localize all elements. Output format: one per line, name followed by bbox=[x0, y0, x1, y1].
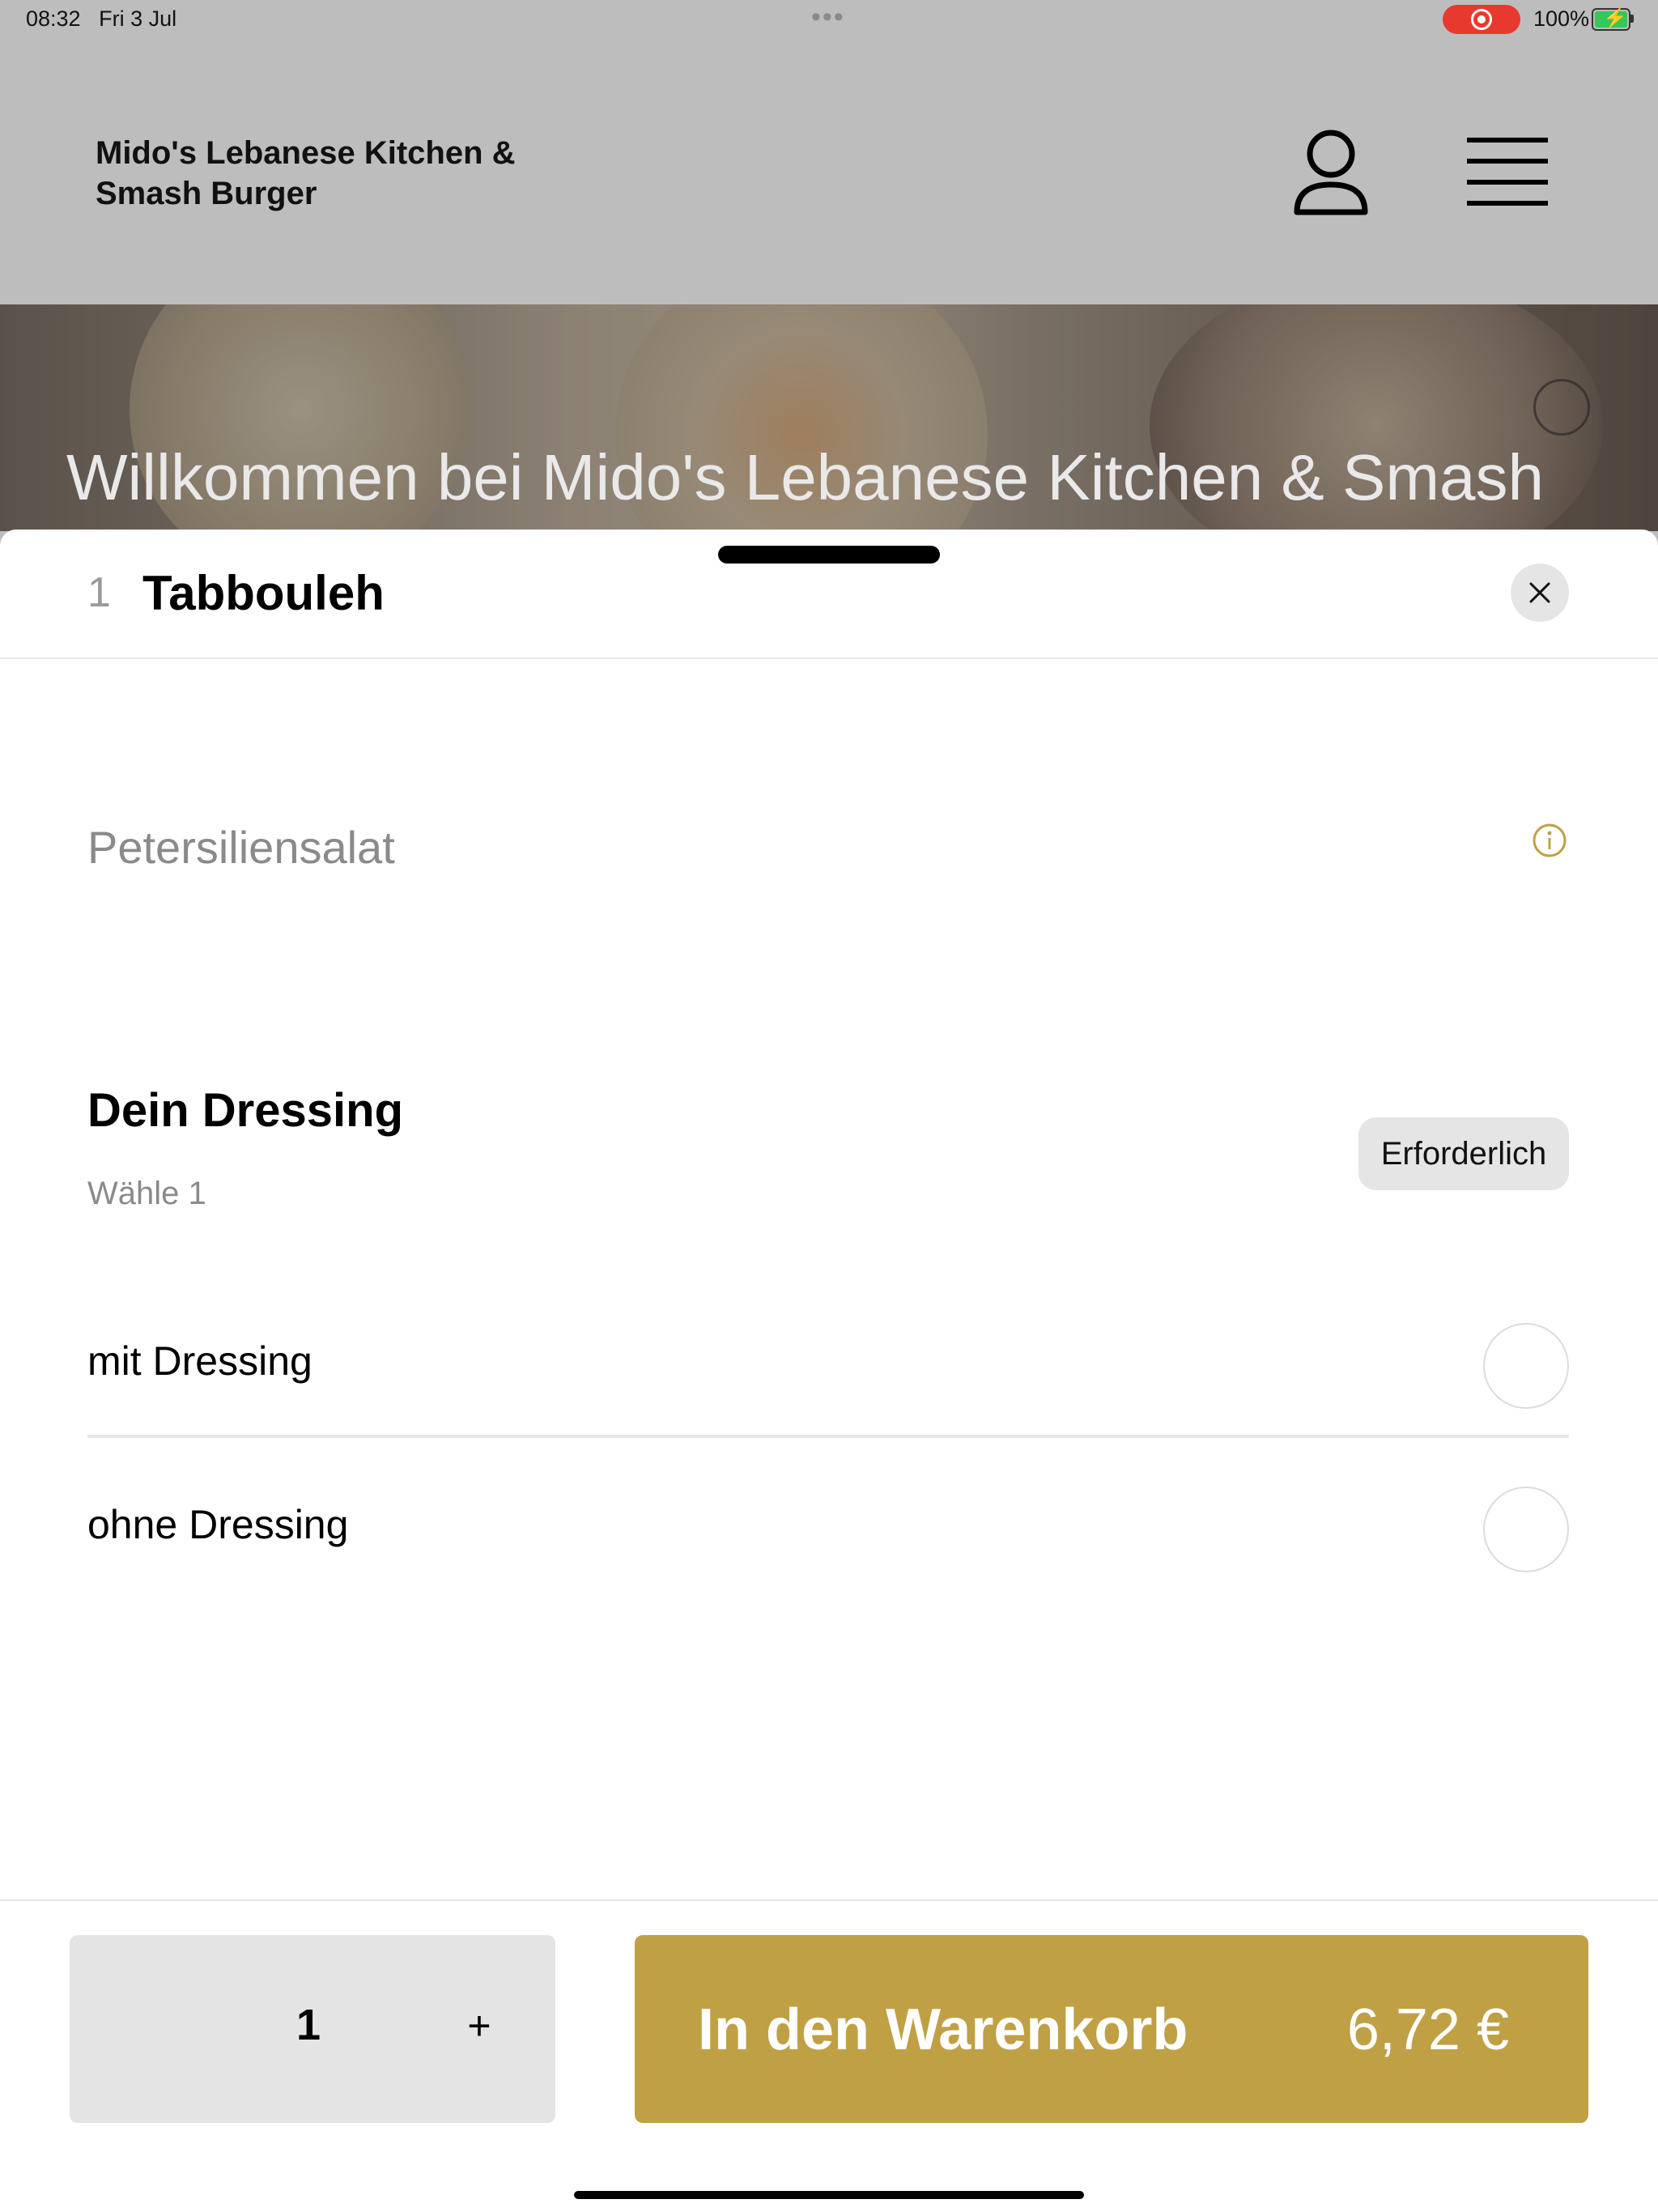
add-to-cart-label: In den Warenkorb bbox=[698, 1997, 1188, 2062]
item-quantity: 1 bbox=[87, 569, 111, 616]
quantity-stepper: 1 + bbox=[70, 1935, 555, 2123]
halal-badge-icon bbox=[1533, 379, 1590, 436]
screen-record-icon[interactable] bbox=[1443, 5, 1520, 34]
divider bbox=[0, 1899, 1658, 1901]
option-with-dressing[interactable]: mit Dressing bbox=[87, 1279, 1569, 1441]
option-label: ohne Dressing bbox=[87, 1502, 349, 1547]
divider bbox=[0, 657, 1658, 659]
cart-price: 6,72 € bbox=[1346, 1997, 1509, 2062]
status-time: 08:32 Fri 3 Jul bbox=[26, 6, 177, 31]
quantity-value: 1 bbox=[296, 2001, 321, 2049]
sheet-grabber[interactable] bbox=[718, 546, 940, 564]
battery-icon: ⚡ bbox=[1592, 7, 1630, 31]
radio-button[interactable] bbox=[1483, 1323, 1569, 1409]
status-bar: 08:32 Fri 3 Jul ••• 100% ⚡ bbox=[0, 0, 1658, 39]
info-icon[interactable] bbox=[1532, 823, 1567, 858]
divider bbox=[87, 1435, 1569, 1438]
section-title: Dein Dressing bbox=[87, 1084, 403, 1137]
option-without-dressing[interactable]: ohne Dressing bbox=[87, 1443, 1569, 1605]
multitasking-dots-icon[interactable]: ••• bbox=[811, 2, 845, 33]
restaurant-name-line2: Smash Burger bbox=[96, 176, 317, 211]
app-header: Mido's Lebanese Kitchen & Smash Burger bbox=[0, 39, 1658, 304]
hero-banner: Willkommen bei Mido's Lebanese Kitchen &… bbox=[0, 304, 1658, 531]
increment-button[interactable]: + bbox=[455, 2001, 504, 2050]
menu-icon[interactable] bbox=[1467, 136, 1548, 207]
section-subtitle: Wähle 1 bbox=[87, 1176, 206, 1211]
restaurant-name-line1: Mido's Lebanese Kitchen & bbox=[96, 135, 516, 171]
close-icon bbox=[1529, 582, 1550, 603]
option-label: mit Dressing bbox=[87, 1338, 312, 1384]
home-indicator[interactable] bbox=[574, 2191, 1084, 2199]
battery-percent: 100% bbox=[1533, 6, 1590, 31]
hero-title: Willkommen bei Mido's Lebanese Kitchen &… bbox=[66, 441, 1544, 513]
battery-tip bbox=[1630, 15, 1634, 23]
user-icon[interactable] bbox=[1290, 128, 1371, 219]
close-button[interactable] bbox=[1511, 564, 1569, 622]
radio-button[interactable] bbox=[1483, 1487, 1569, 1572]
item-title: Tabbouleh bbox=[142, 566, 385, 620]
required-badge: Erforderlich bbox=[1358, 1117, 1569, 1190]
item-description: Petersiliensalat bbox=[87, 822, 395, 873]
product-sheet: 1 Tabbouleh Petersiliensalat Dein Dressi… bbox=[0, 530, 1658, 2212]
add-to-cart-button[interactable]: In den Warenkorb 6,72 € bbox=[635, 1935, 1588, 2123]
restaurant-name[interactable]: Mido's Lebanese Kitchen & Smash Burger bbox=[96, 133, 662, 214]
status-date: Fri 3 Jul bbox=[99, 6, 177, 31]
